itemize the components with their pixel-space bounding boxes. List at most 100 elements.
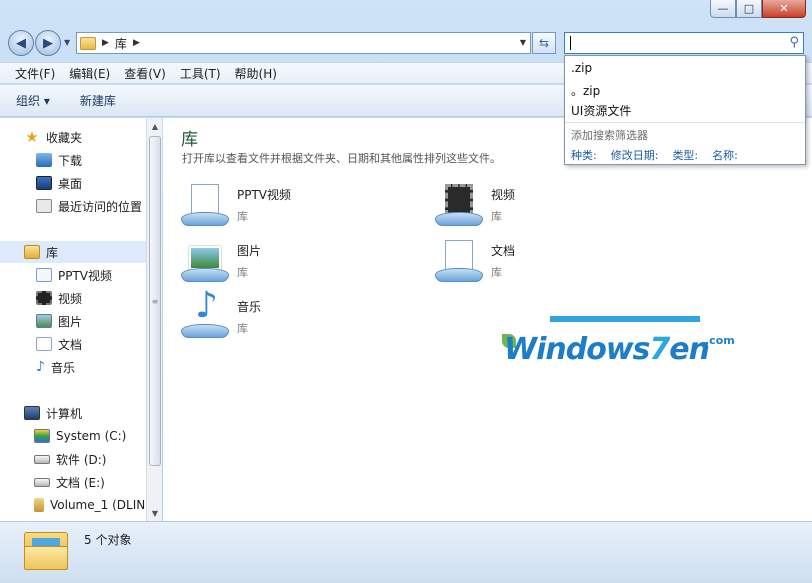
filter-type[interactable]: 类型:	[672, 147, 698, 163]
search-history-item[interactable]: 。zip	[571, 82, 600, 99]
sidebar-item-drive-c[interactable]: System (C:)	[34, 425, 126, 447]
refresh-button[interactable]: ⇆	[532, 32, 556, 54]
sidebar-item-label: System (C:)	[56, 429, 127, 443]
maximize-button[interactable]: □	[736, 0, 762, 18]
menu-help[interactable]: 帮助(H)	[228, 65, 284, 82]
sidebar-item-label: Volume_1 (DLIN	[50, 498, 146, 512]
search-filters: 种类: 修改日期: 类型: 名称:	[571, 147, 752, 163]
forward-button[interactable]: ▶	[35, 30, 61, 56]
sidebar-item-music[interactable]: ♪ 音乐	[36, 356, 75, 378]
back-button[interactable]: ◀	[8, 30, 34, 56]
library-item-videos[interactable]: 视频 库	[435, 182, 515, 226]
library-name: 文档	[491, 244, 516, 258]
sidebar-item-label: 最近访问的位置	[58, 199, 143, 214]
libraries-icon	[24, 245, 40, 259]
hard-drive-icon	[34, 454, 50, 464]
filter-kind[interactable]: 种类:	[571, 147, 597, 163]
sidebar-item-recent[interactable]: 最近访问的位置	[36, 195, 142, 217]
sidebar-favorites[interactable]: ★ 收藏夹	[24, 126, 82, 148]
scroll-down-icon[interactable]: ▼	[147, 505, 163, 521]
library-item-music[interactable]: ♪ 音乐 库	[181, 288, 261, 338]
music-note-icon: ♪	[36, 359, 45, 375]
library-name: 视频	[491, 188, 516, 202]
sidebar-item-videos[interactable]: 视频	[36, 287, 82, 309]
library-folder-icon	[80, 36, 96, 50]
sidebar-item-label: 计算机	[46, 406, 83, 421]
watermark-domain: .com	[705, 334, 735, 347]
sidebar-item-label: 视频	[58, 291, 83, 306]
refresh-icon: ⇆	[538, 36, 550, 50]
watermark-text: Windows7en	[504, 332, 710, 367]
page-title: 库	[181, 130, 198, 150]
navigation-pane: ★ 收藏夹 下载 桌面 最近访问的位置 库 PPTV视频 视频 图片 文档 ♪ …	[0, 118, 146, 521]
search-icon[interactable]: ⚲	[789, 35, 799, 50]
library-kind: 库	[491, 266, 502, 279]
sidebar-item-volume1[interactable]: Volume_1 (DLIN	[34, 494, 145, 516]
sidebar-item-label: 图片	[58, 314, 83, 329]
forward-arrow-icon: ▶	[43, 35, 53, 51]
downloads-icon	[36, 153, 52, 167]
document-icon	[36, 337, 52, 351]
breadcrumb-libraries[interactable]: 库	[115, 35, 127, 52]
breadcrumb-separator-icon[interactable]: ▶	[133, 38, 140, 48]
address-dropdown-icon[interactable]: ▼	[520, 38, 526, 47]
hard-drive-icon	[34, 477, 50, 487]
sidebar-item-documents[interactable]: 文档	[36, 333, 82, 355]
back-arrow-icon: ◀	[16, 35, 26, 51]
filter-name[interactable]: 名称:	[712, 147, 738, 163]
sidebar-item-desktop[interactable]: 桌面	[36, 172, 82, 194]
search-history-item[interactable]: UI资源文件	[571, 102, 631, 119]
documents-library-icon	[435, 238, 483, 282]
minimize-button[interactable]: —	[710, 0, 736, 18]
scroll-up-icon[interactable]: ▲	[147, 118, 163, 134]
scrollbar-thumb[interactable]: ≡	[149, 136, 161, 466]
library-item-pictures[interactable]: 图片 库	[181, 238, 261, 282]
library-item-pptv[interactable]: PPTV视频 库	[181, 182, 291, 226]
sidebar-item-drive-e[interactable]: 文档 (E:)	[34, 471, 105, 493]
close-button[interactable]: ✕	[762, 0, 806, 18]
sidebar-item-pptv[interactable]: PPTV视频	[36, 264, 112, 286]
new-library-button[interactable]: 新建库	[80, 92, 116, 109]
library-kind: 库	[237, 210, 248, 223]
sidebar-item-pictures[interactable]: 图片	[36, 310, 82, 332]
desktop-icon	[36, 176, 52, 190]
library-kind: 库	[491, 210, 502, 223]
menu-tools[interactable]: 工具(T)	[173, 65, 228, 82]
sidebar-computer[interactable]: 计算机	[24, 402, 82, 424]
network-drive-icon	[34, 498, 44, 512]
page-subtitle: 打开库以查看文件并根据文件夹、日期和其他属性排列这些文件。	[182, 152, 501, 165]
search-input[interactable]: ⚲	[564, 32, 804, 54]
breadcrumb-separator-icon[interactable]: ▶	[102, 38, 109, 48]
sidebar-item-drive-d[interactable]: 软件 (D:)	[34, 448, 106, 470]
sidebar-libraries[interactable]: 库	[0, 241, 146, 263]
menu-edit[interactable]: 编辑(E)	[62, 65, 117, 82]
sidebar-scrollbar[interactable]: ▲ ≡ ▼	[146, 118, 162, 521]
library-name: 图片	[237, 244, 262, 258]
video-library-icon	[435, 182, 483, 226]
sidebar-item-label: 文档 (E:)	[56, 475, 105, 490]
sidebar-item-label: PPTV视频	[58, 268, 113, 283]
watermark-logo: Windows7en .com	[500, 316, 760, 370]
filters-title: 添加搜索筛选器	[571, 129, 648, 142]
filter-date-modified[interactable]: 修改日期:	[611, 147, 659, 163]
music-library-icon: ♪	[181, 288, 229, 338]
libraries-folder-icon	[24, 528, 68, 572]
sidebar-item-label: 软件 (D:)	[56, 452, 107, 467]
menu-file[interactable]: 文件(F)	[8, 65, 62, 82]
sidebar-item-label: 库	[46, 245, 59, 260]
text-caret	[570, 36, 571, 50]
search-history-item[interactable]: .zip	[571, 61, 592, 75]
sidebar-item-label: 音乐	[50, 360, 75, 375]
sidebar-item-label: 下载	[58, 153, 83, 168]
pptv-library-icon	[181, 182, 229, 226]
organize-button[interactable]: 组织 ▾	[16, 92, 50, 109]
sidebar-item-label: 桌面	[58, 176, 83, 191]
star-icon: ★	[25, 128, 39, 146]
menu-view[interactable]: 查看(V)	[117, 65, 173, 82]
sidebar-item-label: 文档	[58, 337, 83, 352]
search-suggestions-popup: .zip 。zip UI资源文件 添加搜索筛选器 种类: 修改日期: 类型: 名…	[564, 55, 806, 165]
address-bar[interactable]: ▶ 库 ▶ ▼	[76, 32, 531, 54]
sidebar-item-downloads[interactable]: 下载	[36, 149, 82, 171]
library-item-documents[interactable]: 文档 库	[435, 238, 515, 282]
recent-pages-dropdown[interactable]: ▼	[64, 38, 70, 47]
